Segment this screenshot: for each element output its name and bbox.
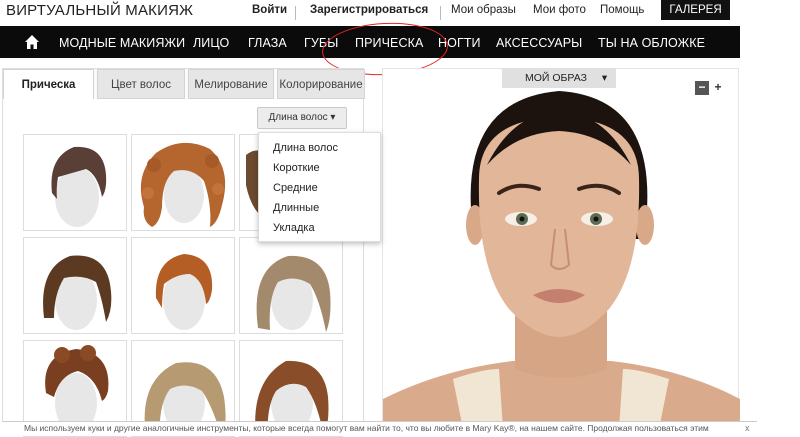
menu-item-all-lengths[interactable]: Длина волос — [273, 142, 338, 154]
nav-item-cover[interactable]: ТЫ НА ОБЛОЖКЕ — [598, 36, 705, 50]
zoom-in-button[interactable]: + — [711, 81, 725, 95]
hairstyle-bob-brown-icon — [43, 255, 112, 330]
hairstyle-thumb[interactable] — [239, 134, 259, 231]
my-look-selector[interactable]: МОЙ ОБРАЗ ▾ — [502, 68, 616, 88]
model-photo — [383, 91, 740, 429]
hairstyle-partial-icon — [246, 150, 258, 213]
menu-item-styling[interactable]: Укладка — [273, 222, 315, 234]
hairstyle-panel: Прическа Цвет волос Мелирование Колориро… — [2, 68, 381, 437]
nav-item-accessories[interactable]: АКСЕССУАРЫ — [496, 36, 582, 50]
hairstyle-thumb[interactable] — [23, 237, 127, 334]
hairstyle-thumb[interactable] — [131, 237, 235, 334]
brand-logo[interactable]: ВИРТУАЛЬНЫЙ МАКИЯЖ — [6, 2, 193, 19]
gallery-button[interactable]: ГАЛЕРЕЯ — [661, 0, 730, 20]
nav-item-hairstyle[interactable]: ПРИЧЕСКА — [355, 36, 423, 50]
divider — [440, 6, 441, 20]
nav-item-eyes[interactable]: ГЛАЗА — [248, 36, 287, 50]
main-nav: МОДНЫЕ МАКИЯЖИ ЛИЦО ГЛАЗА ГУБЫ ПРИЧЕСКА … — [0, 26, 740, 58]
tab-bar: Прическа Цвет волос Мелирование Колориро… — [3, 69, 365, 99]
hairstyle-long-blonde-icon — [256, 255, 331, 332]
top-bar: ВИРТУАЛЬНЫЙ МАКИЯЖ Войти Зарегистрироват… — [0, 0, 800, 26]
nav-item-nails[interactable]: НОГТИ — [438, 36, 481, 50]
hairstyle-thumb[interactable] — [23, 134, 127, 231]
tab-hairstyle[interactable]: Прическа — [3, 69, 94, 99]
home-icon[interactable] — [24, 34, 40, 50]
zoom-out-button[interactable]: − — [695, 81, 709, 95]
login-link[interactable]: Войти — [252, 4, 287, 16]
nav-item-lips[interactable]: ГУБЫ — [304, 36, 338, 50]
cookie-notice: Мы используем куки и другие аналогичные … — [2, 421, 757, 436]
hair-length-dropdown[interactable]: Длина волос ▾ — [257, 107, 347, 129]
hairstyle-curly-red-icon — [140, 142, 226, 227]
tab-hair-color[interactable]: Цвет волос — [97, 69, 185, 99]
tab-coloring[interactable]: Колорирование — [277, 69, 365, 99]
hairstyle-thumb[interactable] — [239, 237, 343, 334]
hairstyle-short-copper-icon — [155, 254, 213, 330]
preview-panel — [382, 68, 740, 429]
hair-length-menu: Длина волос Короткие Средние Длинные Укл… — [258, 132, 381, 242]
register-link[interactable]: Зарегистрироваться — [310, 4, 428, 16]
nav-item-face[interactable]: ЛИЦО — [193, 36, 229, 50]
help-link[interactable]: Помощь — [600, 4, 644, 16]
nav-item-trendy-makeup[interactable]: МОДНЫЕ МАКИЯЖИ — [59, 36, 185, 50]
divider — [295, 6, 296, 20]
menu-item-long[interactable]: Длинные — [273, 202, 319, 214]
caret-down-icon: ▾ — [601, 72, 608, 84]
close-icon[interactable]: x — [745, 423, 750, 433]
caret-down-icon: ▾ — [330, 112, 336, 123]
my-looks-link[interactable]: Мои образы — [451, 4, 516, 16]
hair-length-dropdown-label: Длина волос — [268, 112, 328, 123]
tab-highlighting[interactable]: Мелирование — [188, 69, 274, 99]
menu-item-short[interactable]: Короткие — [273, 162, 320, 174]
menu-item-medium[interactable]: Средние — [273, 182, 318, 194]
hairstyle-short-dark-icon — [51, 146, 107, 227]
my-photo-link[interactable]: Мои фото — [533, 4, 586, 16]
hairstyle-thumb[interactable] — [131, 134, 235, 231]
my-look-label: МОЙ ОБРАЗ — [525, 72, 587, 84]
